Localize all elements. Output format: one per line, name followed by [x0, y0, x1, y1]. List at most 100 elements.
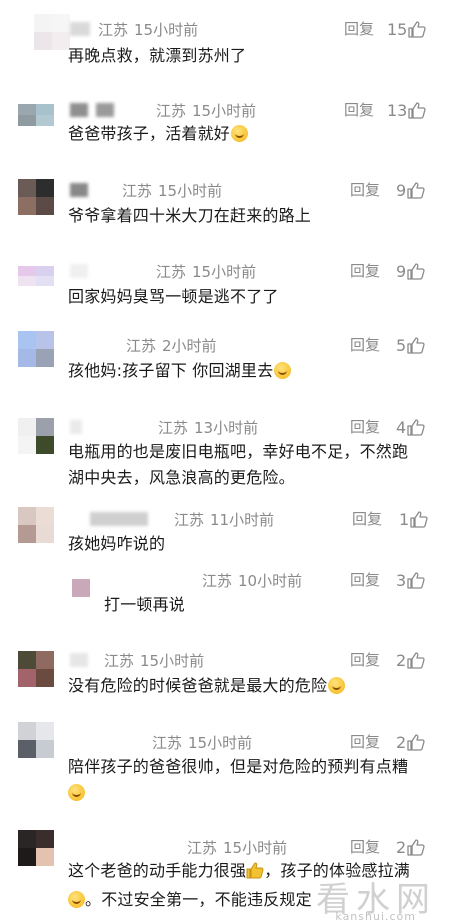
laugh-emoji-icon [68, 891, 85, 908]
location-label: 江苏 [104, 651, 135, 670]
comment-text: 没有危险的时候爸爸就是最大的危险 [68, 673, 346, 699]
reply-button[interactable]: 回复 [350, 731, 380, 753]
timestamp: 15小时前 [140, 651, 205, 670]
avatar[interactable] [18, 331, 54, 367]
avatar[interactable] [34, 14, 70, 50]
comment-text: 再晚点救，就漂到苏州了 [68, 46, 247, 65]
like-button[interactable]: 13 [387, 99, 426, 121]
comment-text-body: 孩他妈:孩子留下 你回湖里去 [68, 361, 274, 380]
comment-text: 爷爷拿着四十米大刀在赶来的路上 [68, 206, 312, 225]
like-count: 3 [396, 570, 407, 590]
laugh-emoji-icon [274, 362, 292, 379]
username[interactable] [70, 420, 82, 434]
like-button[interactable]: 9 [396, 260, 425, 282]
location-label: 江苏 [152, 733, 183, 752]
thumbs-up-icon [407, 181, 425, 199]
reply-button[interactable]: 回复 [350, 334, 380, 356]
reply-button[interactable]: 回复 [350, 416, 380, 438]
avatar[interactable] [72, 579, 90, 597]
comment-text-body: 爸爸带孩子，活着就好 [68, 124, 231, 143]
thumbs-up-icon [407, 571, 425, 589]
comment-text: 陪伴孩子的爸爸很帅，但是对危险的预判有点糟 [68, 754, 408, 806]
reply-button[interactable]: 回复 [350, 836, 380, 858]
username[interactable] [90, 512, 148, 526]
comment-text: 打一顿再说 [104, 595, 186, 614]
thumbs-up-icon [407, 651, 425, 669]
username[interactable] [70, 183, 88, 197]
location-label: 江苏 [156, 101, 187, 120]
location-label: 江苏 [98, 20, 129, 39]
laugh-emoji-icon [231, 125, 249, 142]
location-label: 江苏 [202, 571, 233, 590]
like-button[interactable]: 4 [396, 416, 425, 438]
location-label: 江苏 [187, 838, 218, 857]
avatar[interactable] [18, 651, 54, 687]
like-count: 5 [396, 335, 407, 355]
thumbs-up-icon [407, 262, 425, 280]
avatar[interactable] [18, 507, 54, 543]
comment-text-line: 电瓶用的也是废旧电瓶吧，幸好电不足，不然跑 [68, 442, 409, 461]
username[interactable] [70, 264, 88, 278]
avatar[interactable] [18, 179, 54, 215]
timestamp: 15小时前 [134, 20, 199, 39]
comment-text: 孩她妈咋说的 [68, 534, 166, 553]
like-button[interactable]: 2 [396, 836, 425, 858]
like-count: 4 [396, 417, 407, 437]
reply-button[interactable]: 回复 [350, 649, 380, 671]
like-button[interactable]: 3 [396, 569, 425, 591]
reply-button[interactable]: 回复 [350, 569, 380, 591]
laugh-emoji-icon [328, 677, 346, 694]
location-label: 江苏 [158, 418, 189, 437]
thumbs-up-icon [408, 20, 426, 38]
reply-button[interactable]: 回复 [344, 18, 374, 40]
thumbs-up-icon [408, 101, 426, 119]
comment-text: 回家妈妈臭骂一顿是逃不了了 [68, 287, 279, 306]
username-extra [96, 103, 114, 117]
comment-text-body: 没有危险的时候爸爸就是最大的危险 [68, 676, 328, 695]
avatar[interactable] [18, 830, 54, 866]
like-count: 9 [396, 261, 407, 281]
username[interactable] [70, 103, 88, 117]
reply-button[interactable]: 回复 [352, 508, 382, 530]
like-button[interactable]: 2 [396, 649, 425, 671]
timestamp: 15小时前 [158, 181, 223, 200]
like-button[interactable]: 1 [399, 508, 428, 530]
like-button[interactable]: 9 [396, 179, 425, 201]
thumbs-up-icon [407, 418, 425, 436]
timestamp: 10小时前 [238, 571, 303, 590]
username[interactable] [70, 653, 88, 667]
like-button[interactable]: 2 [396, 731, 425, 753]
comment-text-line: 湖中央去，风急浪高的更危险。 [68, 468, 295, 487]
location-label: 江苏 [126, 336, 157, 355]
timestamp: 2小时前 [162, 336, 217, 355]
like-count: 2 [396, 650, 407, 670]
thumbs-up-icon [407, 733, 425, 751]
like-count: 2 [396, 732, 407, 752]
timestamp: 15小时前 [192, 262, 257, 281]
timestamp: 15小时前 [223, 838, 288, 857]
reply-button[interactable]: 回复 [344, 99, 374, 121]
avatar[interactable] [18, 418, 54, 454]
avatar[interactable] [18, 266, 54, 286]
thumbs-up-emoji-icon [246, 861, 264, 887]
thumbs-up-icon [407, 336, 425, 354]
like-count: 1 [399, 509, 410, 529]
reply-button[interactable]: 回复 [350, 179, 380, 201]
like-count: 2 [396, 837, 407, 857]
thumbs-up-icon [410, 510, 428, 528]
avatar[interactable] [18, 104, 54, 126]
comment-text: 爸爸带孩子，活着就好 [68, 121, 249, 147]
like-button[interactable]: 15 [387, 18, 426, 40]
timestamp: 15小时前 [192, 101, 257, 120]
reply-button[interactable]: 回复 [350, 260, 380, 282]
avatar[interactable] [18, 722, 54, 758]
comment-text-line: 陪伴孩子的爸爸很帅，但是对危险的预判有点糟 [68, 757, 409, 776]
comment-text-body: 。不过安全第一，不能违反规定 [85, 890, 312, 909]
comment-text: 电瓶用的也是废旧电瓶吧，幸好电不足，不然跑 湖中央去，风急浪高的更危险。 [68, 439, 408, 491]
worried-emoji-icon [68, 784, 85, 801]
timestamp: 15小时前 [188, 733, 253, 752]
like-count: 9 [396, 180, 407, 200]
like-button[interactable]: 5 [396, 334, 425, 356]
location-label: 江苏 [122, 181, 153, 200]
username[interactable] [70, 22, 90, 36]
